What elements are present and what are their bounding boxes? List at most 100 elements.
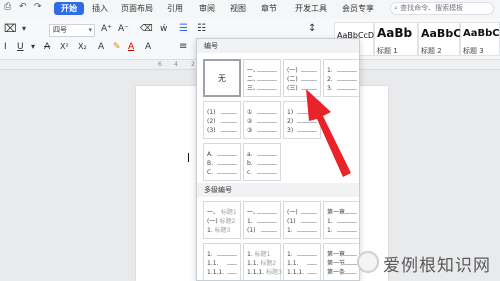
tab-member[interactable]: 会员专享: [342, 3, 374, 14]
wps-writer-window: ⎙ ↶ ↷ 开始 插入 页面布局 引用 审阅 视图 章节 开发工具 会员专享 ⌕…: [0, 0, 500, 281]
multilevel-option-3[interactable]: (一) (1) 1.: [283, 201, 321, 239]
numbering-option-2[interactable]: (一) (二) (三): [283, 59, 321, 97]
style-heading-1[interactable]: AaBb 标题 1: [374, 22, 418, 56]
placeholder-line: [257, 213, 277, 214]
numbering-marker: 1.: [287, 251, 293, 258]
command-search-input[interactable]: ⌕ 查找命令、搜索模板: [390, 2, 494, 15]
tab-page-layout[interactable]: 页面布局: [121, 3, 153, 14]
numbering-line: 1.1.1.: [207, 268, 237, 277]
underline-icon[interactable]: U: [17, 41, 24, 53]
placeholder-line: [217, 164, 237, 165]
print-icon[interactable]: ⎙: [4, 2, 11, 12]
numbering-option-3[interactable]: 1. 2. 3.: [323, 59, 359, 97]
style-heading-2[interactable]: AaBbC 标题 2: [418, 22, 461, 56]
char-border-icon[interactable]: A: [145, 41, 151, 53]
multilevel-option-1[interactable]: 一、 标题1 (一) 标题2 1. 标题3: [203, 201, 241, 239]
decrease-font-icon[interactable]: A⁻: [118, 23, 129, 35]
line-spacing-icon[interactable]: ↕: [308, 23, 316, 35]
tab-developer[interactable]: 开发工具: [295, 3, 327, 14]
placeholder-line: [257, 164, 277, 165]
multilevel-option-7[interactable]: 1. 1.1. 1.1.1.: [283, 243, 321, 280]
multilevel-option-6[interactable]: 1. 标题1 1.1. 标题2 1.1.1. 标题3: [243, 243, 282, 280]
undo-icon[interactable]: ↶: [19, 2, 27, 12]
tab-chapter[interactable]: 章节: [261, 3, 277, 14]
style-heading-3[interactable]: AaBbC 标题 3: [460, 22, 500, 56]
numbering-marker: 1.1.1.: [207, 269, 225, 276]
numbering-dropdown-panel: 编号 无 多级编号 一、 二、 三、 (一) (二) (三) 1. 2. 3. (1) (2) (3)…: [196, 38, 360, 281]
tab-home[interactable]: 开始: [54, 2, 84, 15]
placeholder-line: [221, 122, 237, 123]
numbering-line: 1.1.: [207, 259, 237, 268]
tab-review[interactable]: 审阅: [199, 3, 215, 14]
bullet-list-icon[interactable]: ☰: [179, 23, 188, 35]
ribbon-tab-bar: ⎙ ↶ ↷ 开始 插入 页面布局 引用 审阅 视图 章节 开发工具 会员专享 ⌕…: [0, 0, 500, 18]
tab-references[interactable]: 引用: [167, 3, 183, 14]
superscript-icon[interactable]: X²: [60, 41, 69, 53]
heading-level-label: 标题1: [219, 209, 237, 216]
numbering-line: (一): [287, 66, 317, 75]
numbering-marker: 1.1.: [247, 260, 259, 267]
font-color-icon[interactable]: A: [128, 41, 134, 53]
multilevel-option-8[interactable]: 第一章 第一节 第一条: [323, 243, 359, 280]
numbering-line: (2): [207, 117, 237, 126]
placeholder-line: [257, 155, 277, 156]
numbering-line: 1.: [287, 250, 317, 259]
numbering-marker: (1): [207, 109, 216, 116]
strikethrough-icon[interactable]: A: [44, 41, 50, 53]
numbering-line: 第一节: [327, 259, 357, 268]
numbering-marker: 1.1.: [287, 260, 299, 267]
placeholder-line: [297, 255, 317, 256]
placeholder-line: [257, 80, 277, 81]
numbering-option-5[interactable]: ① ② ③: [243, 101, 281, 139]
heading-level-label: 标题2: [217, 218, 236, 225]
multilevel-option-5[interactable]: 1. 1.1. 1.1.1.: [203, 243, 241, 280]
numbering-none-option[interactable]: 无: [203, 59, 241, 97]
placeholder-line: [337, 71, 357, 72]
italic-icon[interactable]: I: [4, 41, 7, 53]
placeholder-line: [257, 122, 277, 123]
numbering-line: a.: [247, 150, 277, 159]
multilevel-option-2[interactable]: 一、 1. (1): [243, 201, 281, 239]
numbering-marker: 1.: [327, 227, 333, 234]
numbered-list-icon[interactable]: ☷: [197, 23, 206, 35]
multilevel-option-4[interactable]: 第一章 1. 1.: [323, 201, 359, 239]
tab-view[interactable]: 视图: [230, 3, 246, 14]
numbering-line: c.: [247, 168, 277, 177]
placeholder-line: [221, 113, 237, 114]
heading-level-label: 标题1: [252, 251, 271, 258]
numbering-marker: 一、: [207, 209, 220, 216]
numbering-line: 1.: [327, 217, 357, 226]
numbering-line: (一): [287, 208, 317, 217]
numbering-line: ③: [247, 126, 277, 135]
placeholder-line: [297, 122, 317, 123]
numbering-option-7[interactable]: A. B. C.: [203, 143, 241, 181]
search-placeholder: 查找命令、搜索模板: [400, 4, 464, 12]
increase-font-icon[interactable]: A⁺: [101, 23, 112, 35]
heading-level-label: 标题3: [212, 227, 231, 234]
numbering-option-6[interactable]: 1) 2) 3): [283, 101, 321, 139]
numbering-line: (3): [207, 126, 237, 135]
numbering-option-1[interactable]: 一、 二、 三、: [243, 59, 281, 97]
numbering-marker: (一): [287, 209, 298, 216]
text-effect-icon[interactable]: A: [98, 41, 104, 53]
placeholder-line: [341, 273, 357, 274]
numbering-option-4[interactable]: (1) (2) (3): [203, 101, 241, 139]
numbering-option-8[interactable]: a. b. c.: [243, 143, 281, 181]
numbering-line: (1): [247, 226, 277, 235]
placeholder-line: [221, 131, 237, 132]
font-size-select[interactable]: 四号: [49, 24, 95, 37]
highlight-icon[interactable]: ✎: [113, 41, 121, 53]
placeholder-line: [217, 155, 237, 156]
align-left-icon[interactable]: ≡: [179, 41, 187, 53]
clear-format-icon[interactable]: ⌫: [140, 23, 153, 35]
subscript-icon[interactable]: X₂: [78, 41, 87, 53]
underline-dropdown-icon[interactable]: ▾: [31, 41, 35, 53]
pinyin-icon[interactable]: ẃ: [160, 23, 167, 35]
format-painter-icon[interactable]: ⌧: [4, 23, 17, 35]
numbering-line: B.: [207, 159, 237, 168]
placeholder-line: [257, 222, 277, 223]
numbering-marker: 1.: [207, 251, 213, 258]
tab-insert[interactable]: 插入: [92, 3, 108, 14]
bold-icon[interactable]: ▾: [22, 23, 26, 35]
redo-icon[interactable]: ↷: [34, 2, 42, 12]
